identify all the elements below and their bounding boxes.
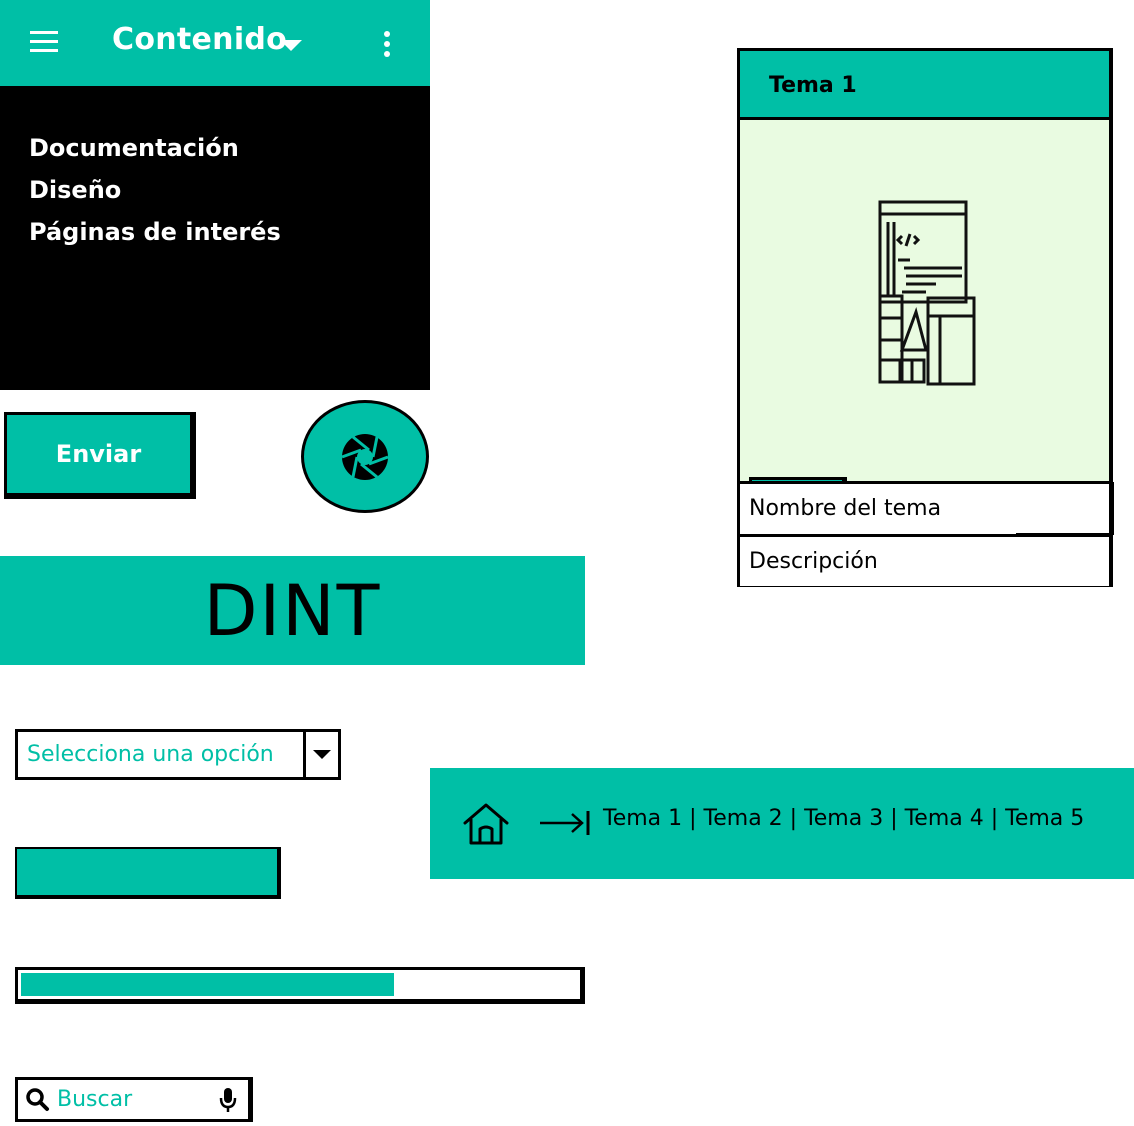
- camera-shutter-icon: [341, 433, 389, 480]
- more-vertical-icon[interactable]: [384, 31, 390, 57]
- caret-down-icon[interactable]: [280, 40, 302, 51]
- banner: DINT: [0, 556, 585, 665]
- progress-fill: [21, 973, 394, 996]
- search-field[interactable]: Buscar: [15, 1077, 253, 1122]
- navigation-drawer: Documentación Diseño Páginas de interés: [0, 86, 430, 390]
- card-title: Tema 1: [769, 73, 857, 98]
- progress-bar: [15, 967, 585, 1004]
- app-bar-title[interactable]: Contenido: [112, 22, 287, 57]
- topic-description-field[interactable]: Descripción: [740, 534, 1109, 586]
- topic-card: Tema 1 Nombre del tema Descripción: [737, 48, 1114, 587]
- menu-icon[interactable]: [30, 31, 58, 53]
- arrow-right-to-bar-icon[interactable]: [538, 808, 594, 838]
- send-button[interactable]: Enviar: [4, 412, 196, 499]
- search-input[interactable]: Buscar: [51, 1087, 218, 1112]
- select-value: Selecciona una opción: [27, 742, 274, 767]
- card-header: Tema 1: [740, 51, 1109, 120]
- camera-button[interactable]: [301, 400, 429, 513]
- drawer-item-documentacion[interactable]: Documentación: [29, 134, 239, 162]
- text-field[interactable]: [15, 847, 281, 899]
- drawer-item-diseno[interactable]: Diseño: [29, 176, 121, 204]
- home-icon[interactable]: [460, 801, 512, 847]
- card-media: [740, 120, 1114, 535]
- banner-title: DINT: [203, 569, 382, 652]
- search-icon: [26, 1087, 49, 1111]
- microphone-icon[interactable]: [218, 1086, 238, 1114]
- topic-name-field[interactable]: Nombre del tema: [740, 481, 1109, 533]
- topic-links[interactable]: Tema 1 | Tema 2 | Tema 3 | Tema 4 | Tema…: [603, 806, 1084, 831]
- drawer-item-paginas-de-interes[interactable]: Páginas de interés: [29, 218, 281, 246]
- option-select[interactable]: Selecciona una opción: [15, 729, 341, 780]
- web-development-icon: [878, 200, 976, 386]
- caret-down-icon[interactable]: [303, 732, 338, 777]
